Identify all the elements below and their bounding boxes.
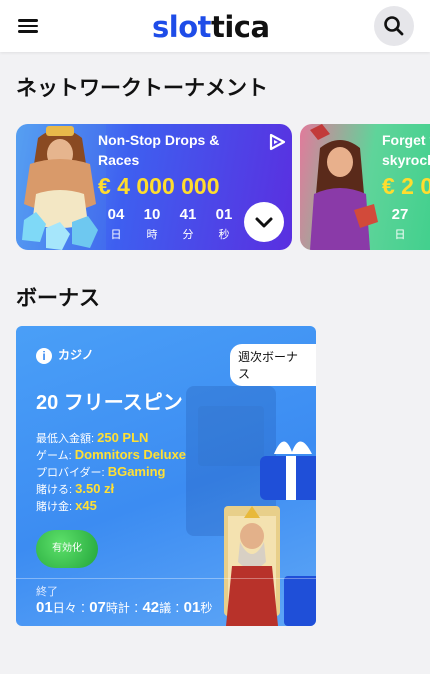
pragmatic-play-icon [269, 133, 286, 151]
bonus-section-title: ボーナス [16, 287, 100, 310]
bonus-badge: 週次ボーナス [230, 344, 316, 386]
tournaments-title: ネットワークトーナメント [16, 77, 268, 100]
bonus-detail-value: 3.50 zł [75, 481, 115, 496]
bonus-detail-value: 250 PLN [97, 430, 149, 445]
tournament-prize: € 4 000 000 [98, 173, 220, 199]
countdown-unit: 日 [394, 229, 406, 241]
bonus-detail-row: 最低入金額: 250 PLN [36, 430, 148, 446]
countdown-unit: 時 [146, 229, 158, 241]
bonus-title: 20 フリースピン [36, 392, 183, 414]
expiry-countdown: 01日々 : 07時計 : 42議 : 01秒 [36, 599, 213, 616]
countdown-value: 04 [107, 206, 125, 223]
hamburger-menu-icon[interactable] [16, 16, 40, 36]
tournament-prize: € 2 0 [382, 173, 430, 199]
bonus-detail-row: プロバイダー: BGaming [36, 464, 165, 480]
countdown-minutes: 41 分 [173, 206, 203, 242]
expiry-label: 終了 [36, 586, 58, 598]
expand-button[interactable] [244, 202, 284, 242]
activate-button[interactable]: 有効化 [36, 530, 98, 568]
expiry-hours-unit: 時計 [105, 601, 130, 615]
search-button[interactable] [374, 6, 414, 46]
countdown-value: 41 [179, 206, 197, 223]
tournament-title: Non-Stop Drops & Races [98, 132, 220, 168]
bonus-detail-value: BGaming [107, 464, 166, 479]
logo-part-slot: slot [152, 10, 212, 44]
expiry-hours: 07 [89, 599, 106, 616]
countdown-hours: 10 時 [137, 206, 167, 242]
expiry-minutes: 42 [142, 599, 160, 616]
bonus-category: i カジノ [36, 346, 94, 364]
bonus-card: i カジノ 週次ボーナス 20 フリースピン 最低入金額: 250 PLN ゲーム… [16, 326, 316, 626]
countdown-unit: 分 [182, 229, 194, 241]
top-header: slottica [0, 0, 430, 52]
bonus-detail-row: ゲーム: Domnitors Deluxe [36, 447, 186, 463]
tournament-title-line1: Forget y [382, 132, 430, 148]
woman-character-illustration [310, 124, 378, 250]
expiry-minutes-unit: 議 [159, 601, 172, 615]
countdown-unit: 日 [110, 229, 122, 241]
bonus-divider [16, 578, 316, 579]
bonus-detail-row: 賭ける: 3.50 zł [36, 481, 114, 497]
tournament-title-line2: skyrock [382, 152, 430, 168]
bonus-detail-label: 賭け金: [36, 501, 73, 513]
expiry-seconds-unit: 秒 [200, 601, 213, 615]
bonus-detail-value: Domnitors Deluxe [74, 447, 187, 462]
bonus-category-label: カジノ [58, 348, 94, 362]
countdown-seconds: 01 秒 [209, 206, 239, 242]
countdown-value: 1 [421, 206, 430, 223]
countdown-days: 27 日 [385, 206, 415, 242]
tournament-carousel[interactable]: Non-Stop Drops & Races € 4 000 000 04 日 … [0, 124, 430, 252]
countdown-days: 04 日 [101, 206, 131, 242]
expiry-days-unit: 日々 [52, 601, 77, 615]
expiry-days: 01 [36, 599, 53, 616]
bonus-detail-value: x45 [75, 498, 97, 513]
tournament-card[interactable]: Non-Stop Drops & Races € 4 000 000 04 日 … [16, 124, 292, 250]
countdown-value: 27 [391, 206, 409, 223]
countdown-value: 10 [143, 206, 161, 223]
slottica-logo[interactable]: slottica [152, 10, 270, 44]
bonus-detail-label: 賭ける: [36, 484, 73, 496]
bonus-detail-label: ゲーム: [36, 450, 72, 462]
bonus-detail-row: 賭け金: x45 [36, 498, 97, 514]
countdown-unit: 秒 [218, 229, 230, 241]
chevron-down-icon [255, 217, 273, 228]
bonus-detail-label: 最低入金額: [36, 433, 95, 445]
search-icon [384, 16, 404, 36]
bonus-detail-label: プロバイダー: [36, 467, 105, 479]
goddess-character-illustration [16, 124, 106, 250]
expiry-seconds: 01 [183, 599, 201, 616]
countdown-value: 01 [215, 206, 233, 223]
king-gift-illustration [224, 441, 316, 626]
info-icon[interactable]: i [36, 347, 52, 364]
countdown-hours: 1 [421, 206, 430, 223]
tournament-card[interactable]: Forget y skyrock € 2 0 27 日 1 [300, 124, 430, 250]
logo-part-tica: tica [211, 10, 270, 44]
